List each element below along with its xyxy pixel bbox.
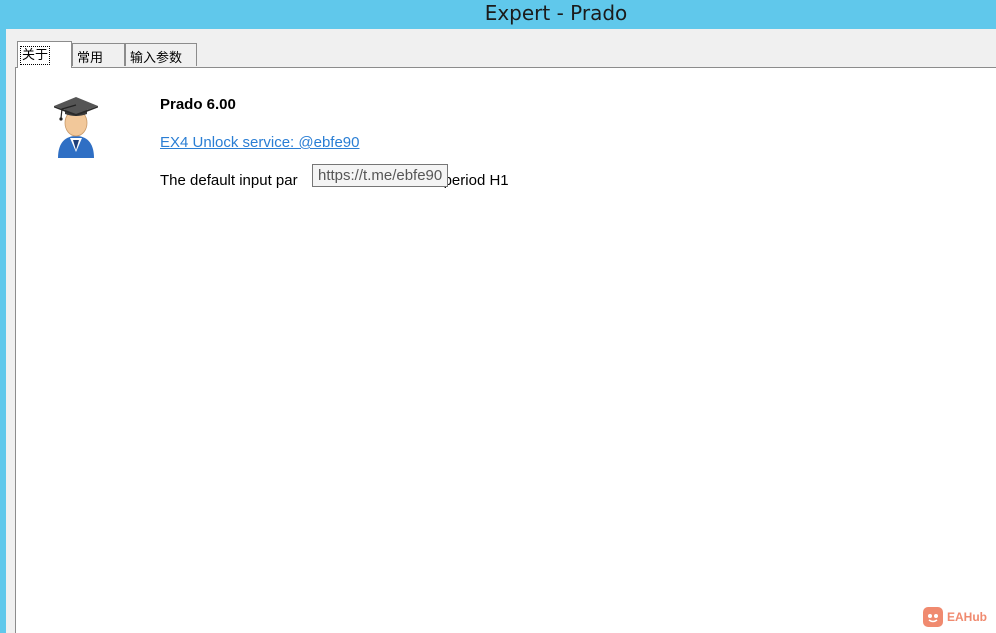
description-end: period H1 <box>443 172 509 189</box>
tab-inputs[interactable]: 输入参数 <box>125 43 197 66</box>
eahub-logo-icon <box>923 607 943 627</box>
watermark: EAHub <box>923 607 987 627</box>
about-panel: Prado 6.00 EX4 Unlock service: @ebfe90 T… <box>15 67 996 633</box>
tab-common-label: 常用 <box>77 51 104 66</box>
product-name: Prado 6.00 <box>160 96 236 113</box>
description-start: The default input par <box>160 172 298 189</box>
link-tooltip: https://t.me/ebfe90 <box>312 164 449 187</box>
unlock-service-link[interactable]: EX4 Unlock service: @ebfe90 <box>160 134 360 151</box>
graduate-user-icon <box>54 97 98 158</box>
tab-common[interactable]: 常用 <box>72 43 125 66</box>
tab-about-label: 关于 <box>19 46 51 65</box>
title-bar[interactable]: Expert - Prado <box>0 0 996 29</box>
dialog-client-area: 关于 常用 输入参数 Prado 6.00 EX4 Unlock service… <box>6 29 996 633</box>
window-title: Expert - Prado <box>484 1 628 25</box>
tab-strip: 关于 常用 输入参数 <box>6 29 996 68</box>
tab-inputs-label: 输入参数 <box>130 51 183 66</box>
tab-about[interactable]: 关于 <box>17 41 72 68</box>
watermark-text: EAHub <box>947 610 987 624</box>
